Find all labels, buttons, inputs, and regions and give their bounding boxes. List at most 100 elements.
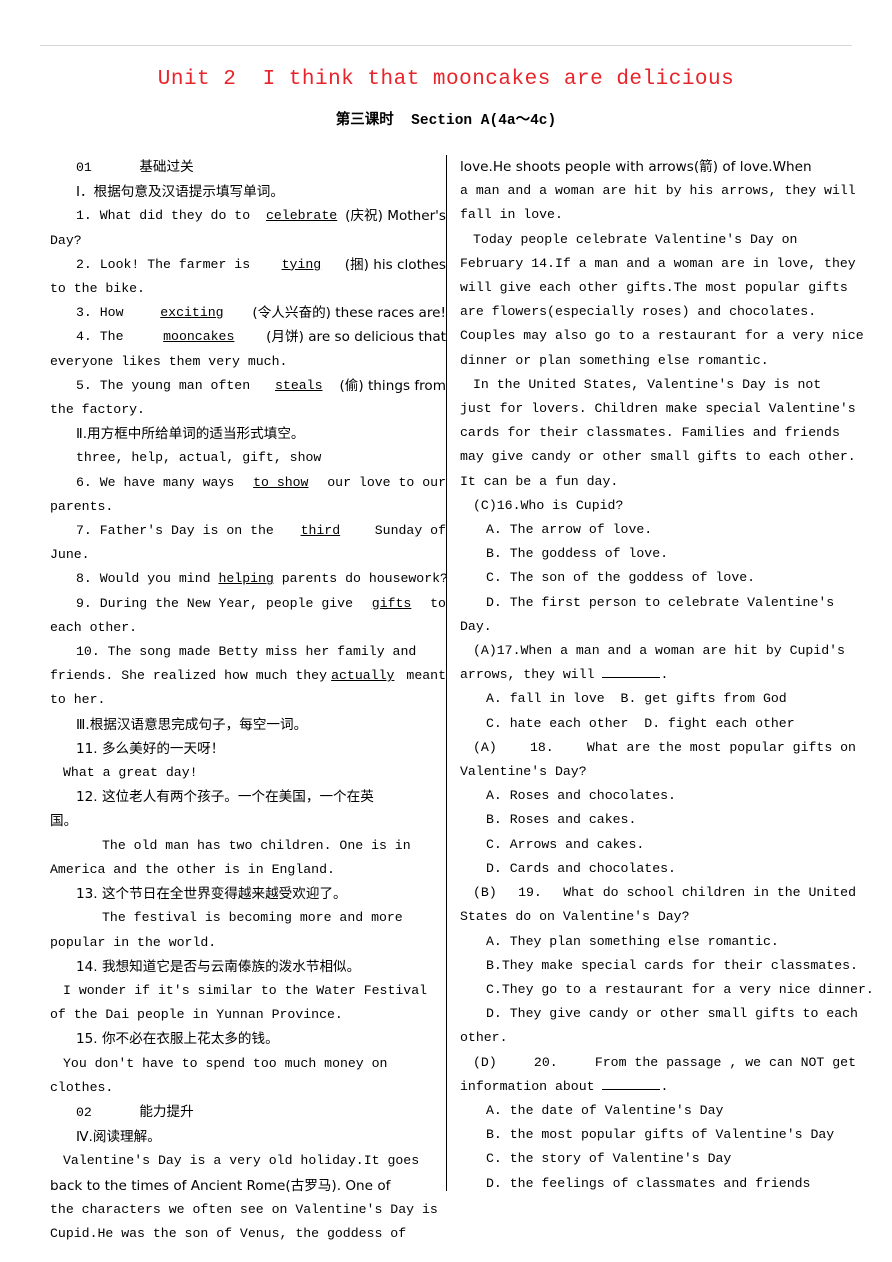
q7-text-b: Sunday of: [366, 523, 446, 539]
question-2-line-2: to the bike.: [50, 281, 145, 297]
q17-number: 17.: [496, 643, 521, 659]
question-19-stem-cont: States do on Valentine's Day?: [460, 909, 690, 925]
question-11-english: What a great day!: [63, 765, 198, 781]
question-12-english-line-1: The old man has two children. One is in: [50, 834, 446, 858]
question-8-line-1: 8. Would you mind helping parents do hou…: [50, 567, 448, 591]
right-column: love.He shoots people with arrows(箭) of …: [460, 155, 874, 1196]
question-18-stem: (A) 18. What are the most popular gifts on: [460, 736, 856, 760]
q8-text-b: parents do housework?: [273, 571, 448, 587]
q17-stem-tail: .: [660, 667, 669, 683]
passage-l14-text: In the United States, Valentine's Day is…: [473, 376, 822, 392]
passage-l4-text: Cupid.He was the son of Venus, the godde…: [50, 1225, 407, 1241]
q19-opt-d-text: D. They give candy or other small gifts …: [486, 1006, 858, 1022]
section-01-number: 01: [76, 160, 92, 175]
question-1-line-2: Day?: [50, 232, 82, 248]
question-4-line-1: 4. The mooncakes (月饼) are so delicious th…: [50, 325, 446, 349]
lesson-subtitle: 第三课时 Section A(4a～4c): [335, 113, 557, 129]
part-3-heading: Ⅲ.根据汉语意思完成句子，每空一词。: [76, 716, 308, 733]
question-15-english-line-1: You don't have to spend too much money o…: [50, 1052, 446, 1076]
question-16-option-a: A. The arrow of love.: [486, 522, 653, 538]
question-19-option-a: A. They plan something else romantic.: [486, 933, 779, 949]
q5-answer: steals: [275, 377, 323, 393]
part-4-heading: Ⅳ.阅读理解。: [76, 1129, 161, 1146]
question-14-chinese: 14. 我想知道它是否与云南傣族的泼水节相似。: [76, 958, 361, 975]
question-10-line-3: to her.: [50, 692, 106, 708]
q17-answer-key: (A): [473, 643, 497, 659]
q17-stem-text: When a man and a woman are hit by Cupid'…: [520, 643, 845, 659]
passage-l11-text: are flowers(especially roses) and chocol…: [460, 304, 817, 320]
unit-title: Unit 2 I think that mooncakes are delici…: [157, 68, 735, 91]
q18-number: 18.: [529, 739, 554, 755]
q17-answer-blank[interactable]: [602, 665, 661, 679]
passage-line-7: fall in love.: [460, 207, 563, 223]
q18-answer-key: (A): [473, 739, 497, 755]
q5-text-a: 5. The young man often: [76, 377, 259, 393]
q13-en-1: The festival is becoming more and more: [102, 910, 403, 926]
question-5-line-2: the factory.: [50, 402, 145, 418]
passage-line-2: back to the times of Ancient Rome(古罗马). …: [50, 1177, 391, 1194]
q9-text-b: to: [422, 595, 446, 611]
section-01-header: 01 基础过关: [50, 155, 446, 180]
passage-line-6: a man and a woman are hit by his arrows,…: [460, 183, 856, 199]
q10-text-b2: meant: [398, 668, 446, 684]
q16-opt-d-text: D. The first person to celebrate Valenti…: [486, 594, 835, 610]
question-18-option-c: C. Arrows and cakes.: [486, 836, 645, 852]
question-1-line-1: 1. What did they do to celebrate (庆祝) Mot…: [50, 204, 446, 228]
q6-text-b: our love to our: [319, 474, 446, 490]
q7-text-a: 7. Father's Day is on the: [76, 523, 274, 539]
question-18-stem-cont: Valentine's Day?: [460, 764, 587, 780]
question-12-chinese-cont: 国。: [50, 813, 78, 830]
word-box: three, help, actual, gift, show: [76, 450, 322, 466]
question-16-option-b: B. The goddess of love.: [486, 546, 669, 562]
question-20-option-d: D. the feelings of classmates and friend…: [486, 1175, 811, 1191]
q5-text-b: (偷) things from: [339, 377, 446, 394]
question-20-stem-cont: information about .: [460, 1075, 856, 1099]
part-2-heading: Ⅱ.用方框中所给单词的适当形式填空。: [76, 426, 305, 443]
q6-text-a: 6. We have many ways: [76, 474, 243, 490]
q6-answer: to show: [253, 474, 309, 490]
question-19-option-b: B.They make special cards for their clas…: [486, 957, 858, 973]
q1-text-a: 1. What did they do to: [76, 208, 259, 224]
q15-en-1: You don't have to spend too much money o…: [63, 1055, 388, 1071]
passage-line-18: It can be a fun day.: [460, 473, 619, 489]
part-1-heading: Ⅰ．根据句意及汉语提示填写单词。: [76, 184, 284, 201]
q20-answer-blank[interactable]: [602, 1077, 661, 1090]
question-6-line-1: 6. We have many ways to show our love to…: [50, 471, 446, 495]
question-9-line-2: each other.: [50, 619, 138, 635]
passage-line-12: Couples may also go to a restaurant for …: [460, 328, 864, 344]
passage-line-16: cards for their classmates. Families and…: [460, 425, 840, 441]
passage-line-8: Today people celebrate Valentine's Day o…: [460, 228, 856, 252]
q10-text-b1: friends. She realized how much they: [50, 668, 327, 684]
q7-answer: third: [300, 523, 341, 539]
passage-line-1: Valentine's Day is a very old holiday.It…: [63, 1153, 420, 1169]
question-20-option-c: C. the story of Valentine's Day: [486, 1151, 732, 1167]
question-6-line-2: parents.: [50, 498, 114, 514]
question-7-line-2: June.: [50, 547, 90, 563]
q3-text-a: 3. How: [76, 305, 132, 321]
passage-line-14: In the United States, Valentine's Day is…: [460, 373, 856, 397]
question-16-option-d: D. The first person to celebrate Valenti…: [460, 591, 856, 615]
q19-answer-key: (B): [473, 885, 497, 901]
question-16-stem: (C)16.Who is Cupid?: [460, 494, 856, 518]
passage-l8-text: Today people celebrate Valentine's Day o…: [473, 231, 798, 247]
passage-line-15: just for lovers. Children make special V…: [460, 401, 856, 417]
question-19-stem: (B) 19. What do school children in the Uni…: [460, 881, 856, 905]
passage-line-10: will give each other gifts.The most popu…: [460, 280, 848, 296]
passage-line-9: February 14.If a man and a woman are in …: [460, 255, 856, 271]
column-divider: [446, 155, 447, 1191]
section-01-label: 基础过关: [139, 159, 194, 175]
passage-line-5: love.He shoots people with arrows(箭) of …: [460, 159, 812, 175]
question-15-english-line-2: clothes.: [50, 1079, 114, 1095]
question-9-line-1: 9. During the New Year, people give gift…: [50, 592, 446, 616]
question-12-chinese: 12. 这位老人有两个孩子。一个在美国，一个在英: [76, 789, 374, 806]
question-17-stem: (A)17.When a man and a woman are hit by …: [460, 639, 856, 663]
q2-answer: tying: [281, 256, 322, 272]
q4-text-b: (月饼) are so delicious that: [266, 329, 446, 346]
q18-stem-text: What are the most popular gifts on: [586, 739, 856, 755]
q3-answer: exciting: [160, 305, 224, 321]
passage-line-3: the characters we often see on Valentine…: [50, 1201, 438, 1217]
question-18-option-d: D. Cards and chocolates.: [486, 860, 676, 876]
question-13-english-line-2: popular in the world.: [50, 934, 217, 950]
question-13-chinese: 13. 这个节日在全世界变得越来越受欢迎了。: [76, 886, 347, 903]
q16-answer-key: (C): [473, 497, 497, 513]
